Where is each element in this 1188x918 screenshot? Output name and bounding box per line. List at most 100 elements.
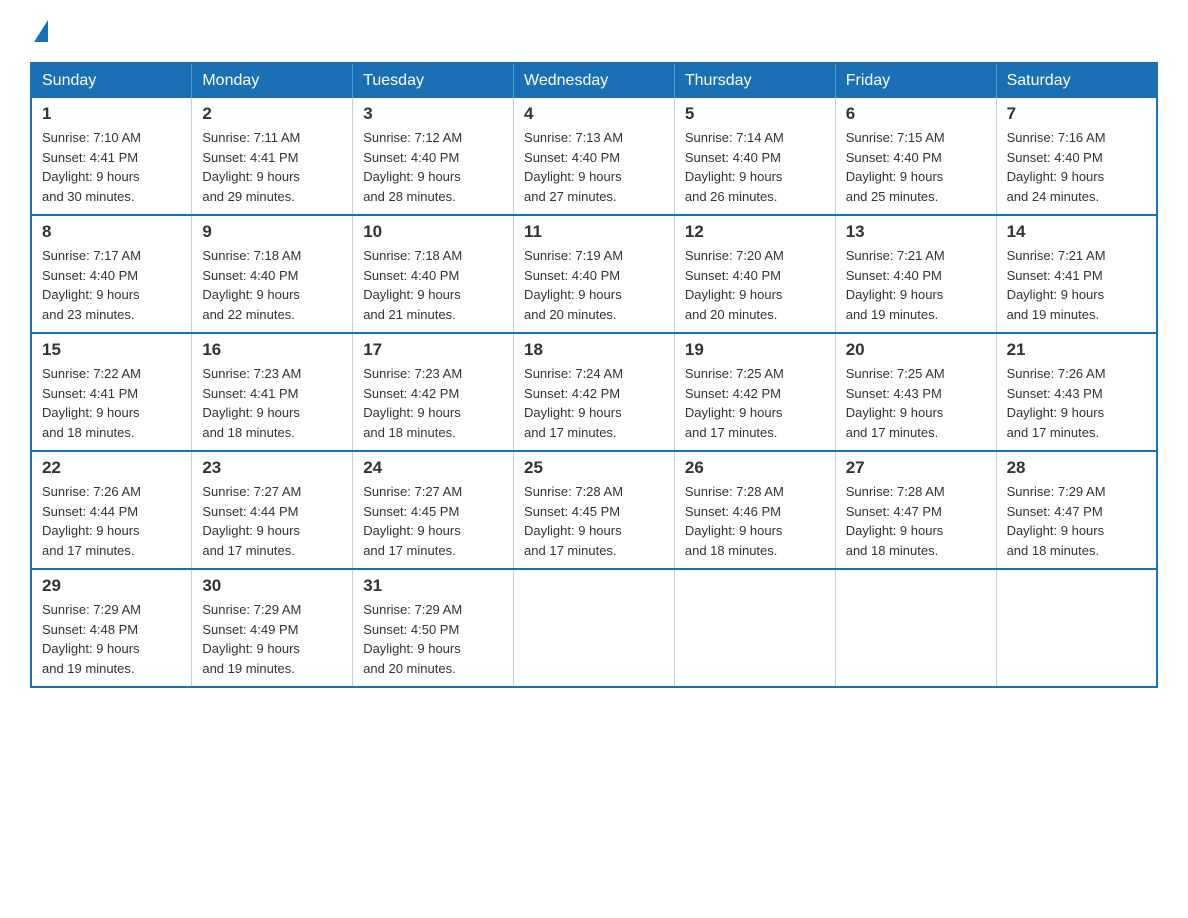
- day-number: 14: [1007, 222, 1146, 242]
- table-row: 21 Sunrise: 7:26 AM Sunset: 4:43 PM Dayl…: [996, 333, 1157, 451]
- day-info: Sunrise: 7:17 AM Sunset: 4:40 PM Dayligh…: [42, 248, 141, 322]
- table-row: 10 Sunrise: 7:18 AM Sunset: 4:40 PM Dayl…: [353, 215, 514, 333]
- table-row: 29 Sunrise: 7:29 AM Sunset: 4:48 PM Dayl…: [31, 569, 192, 687]
- day-number: 8: [42, 222, 181, 242]
- day-number: 17: [363, 340, 503, 360]
- day-number: 22: [42, 458, 181, 478]
- day-info: Sunrise: 7:11 AM Sunset: 4:41 PM Dayligh…: [202, 130, 300, 204]
- day-number: 4: [524, 104, 664, 124]
- day-info: Sunrise: 7:14 AM Sunset: 4:40 PM Dayligh…: [685, 130, 784, 204]
- day-number: 25: [524, 458, 664, 478]
- day-number: 16: [202, 340, 342, 360]
- table-row: 11 Sunrise: 7:19 AM Sunset: 4:40 PM Dayl…: [514, 215, 675, 333]
- table-row: 28 Sunrise: 7:29 AM Sunset: 4:47 PM Dayl…: [996, 451, 1157, 569]
- day-info: Sunrise: 7:26 AM Sunset: 4:44 PM Dayligh…: [42, 484, 141, 558]
- day-info: Sunrise: 7:27 AM Sunset: 4:45 PM Dayligh…: [363, 484, 462, 558]
- table-row: 30 Sunrise: 7:29 AM Sunset: 4:49 PM Dayl…: [192, 569, 353, 687]
- table-row: [996, 569, 1157, 687]
- table-row: 5 Sunrise: 7:14 AM Sunset: 4:40 PM Dayli…: [674, 98, 835, 215]
- day-number: 3: [363, 104, 503, 124]
- col-monday: Monday: [192, 63, 353, 98]
- day-number: 2: [202, 104, 342, 124]
- table-row: 9 Sunrise: 7:18 AM Sunset: 4:40 PM Dayli…: [192, 215, 353, 333]
- day-number: 6: [846, 104, 986, 124]
- calendar-table: Sunday Monday Tuesday Wednesday Thursday…: [30, 62, 1158, 688]
- table-row: 6 Sunrise: 7:15 AM Sunset: 4:40 PM Dayli…: [835, 98, 996, 215]
- table-row: 2 Sunrise: 7:11 AM Sunset: 4:41 PM Dayli…: [192, 98, 353, 215]
- col-tuesday: Tuesday: [353, 63, 514, 98]
- day-number: 18: [524, 340, 664, 360]
- day-number: 19: [685, 340, 825, 360]
- day-info: Sunrise: 7:20 AM Sunset: 4:40 PM Dayligh…: [685, 248, 784, 322]
- day-number: 5: [685, 104, 825, 124]
- calendar-week-row: 29 Sunrise: 7:29 AM Sunset: 4:48 PM Dayl…: [31, 569, 1157, 687]
- table-row: 17 Sunrise: 7:23 AM Sunset: 4:42 PM Dayl…: [353, 333, 514, 451]
- table-row: 27 Sunrise: 7:28 AM Sunset: 4:47 PM Dayl…: [835, 451, 996, 569]
- day-info: Sunrise: 7:28 AM Sunset: 4:47 PM Dayligh…: [846, 484, 945, 558]
- table-row: 25 Sunrise: 7:28 AM Sunset: 4:45 PM Dayl…: [514, 451, 675, 569]
- table-row: 3 Sunrise: 7:12 AM Sunset: 4:40 PM Dayli…: [353, 98, 514, 215]
- table-row: [835, 569, 996, 687]
- table-row: 20 Sunrise: 7:25 AM Sunset: 4:43 PM Dayl…: [835, 333, 996, 451]
- day-info: Sunrise: 7:29 AM Sunset: 4:48 PM Dayligh…: [42, 602, 141, 676]
- day-info: Sunrise: 7:21 AM Sunset: 4:41 PM Dayligh…: [1007, 248, 1106, 322]
- day-number: 20: [846, 340, 986, 360]
- day-number: 1: [42, 104, 181, 124]
- day-info: Sunrise: 7:27 AM Sunset: 4:44 PM Dayligh…: [202, 484, 301, 558]
- day-number: 10: [363, 222, 503, 242]
- day-number: 12: [685, 222, 825, 242]
- table-row: 14 Sunrise: 7:21 AM Sunset: 4:41 PM Dayl…: [996, 215, 1157, 333]
- day-info: Sunrise: 7:21 AM Sunset: 4:40 PM Dayligh…: [846, 248, 945, 322]
- day-number: 9: [202, 222, 342, 242]
- table-row: 22 Sunrise: 7:26 AM Sunset: 4:44 PM Dayl…: [31, 451, 192, 569]
- day-info: Sunrise: 7:28 AM Sunset: 4:46 PM Dayligh…: [685, 484, 784, 558]
- day-info: Sunrise: 7:29 AM Sunset: 4:50 PM Dayligh…: [363, 602, 462, 676]
- calendar-header-row: Sunday Monday Tuesday Wednesday Thursday…: [31, 63, 1157, 98]
- day-info: Sunrise: 7:18 AM Sunset: 4:40 PM Dayligh…: [202, 248, 301, 322]
- day-info: Sunrise: 7:29 AM Sunset: 4:49 PM Dayligh…: [202, 602, 301, 676]
- table-row: 4 Sunrise: 7:13 AM Sunset: 4:40 PM Dayli…: [514, 98, 675, 215]
- table-row: 13 Sunrise: 7:21 AM Sunset: 4:40 PM Dayl…: [835, 215, 996, 333]
- logo-general-text: [30, 20, 48, 42]
- day-number: 24: [363, 458, 503, 478]
- table-row: [514, 569, 675, 687]
- page-header: [30, 20, 1158, 42]
- col-wednesday: Wednesday: [514, 63, 675, 98]
- day-number: 13: [846, 222, 986, 242]
- day-info: Sunrise: 7:16 AM Sunset: 4:40 PM Dayligh…: [1007, 130, 1106, 204]
- calendar-week-row: 8 Sunrise: 7:17 AM Sunset: 4:40 PM Dayli…: [31, 215, 1157, 333]
- day-info: Sunrise: 7:10 AM Sunset: 4:41 PM Dayligh…: [42, 130, 141, 204]
- day-number: 23: [202, 458, 342, 478]
- day-number: 29: [42, 576, 181, 596]
- day-info: Sunrise: 7:26 AM Sunset: 4:43 PM Dayligh…: [1007, 366, 1106, 440]
- table-row: 15 Sunrise: 7:22 AM Sunset: 4:41 PM Dayl…: [31, 333, 192, 451]
- logo: [30, 20, 48, 42]
- day-info: Sunrise: 7:12 AM Sunset: 4:40 PM Dayligh…: [363, 130, 462, 204]
- table-row: 1 Sunrise: 7:10 AM Sunset: 4:41 PM Dayli…: [31, 98, 192, 215]
- col-thursday: Thursday: [674, 63, 835, 98]
- table-row: 26 Sunrise: 7:28 AM Sunset: 4:46 PM Dayl…: [674, 451, 835, 569]
- day-info: Sunrise: 7:23 AM Sunset: 4:41 PM Dayligh…: [202, 366, 301, 440]
- day-info: Sunrise: 7:13 AM Sunset: 4:40 PM Dayligh…: [524, 130, 623, 204]
- day-info: Sunrise: 7:22 AM Sunset: 4:41 PM Dayligh…: [42, 366, 141, 440]
- day-info: Sunrise: 7:24 AM Sunset: 4:42 PM Dayligh…: [524, 366, 623, 440]
- table-row: 18 Sunrise: 7:24 AM Sunset: 4:42 PM Dayl…: [514, 333, 675, 451]
- table-row: 31 Sunrise: 7:29 AM Sunset: 4:50 PM Dayl…: [353, 569, 514, 687]
- day-info: Sunrise: 7:29 AM Sunset: 4:47 PM Dayligh…: [1007, 484, 1106, 558]
- table-row: 12 Sunrise: 7:20 AM Sunset: 4:40 PM Dayl…: [674, 215, 835, 333]
- calendar-week-row: 1 Sunrise: 7:10 AM Sunset: 4:41 PM Dayli…: [31, 98, 1157, 215]
- day-number: 30: [202, 576, 342, 596]
- table-row: 23 Sunrise: 7:27 AM Sunset: 4:44 PM Dayl…: [192, 451, 353, 569]
- col-saturday: Saturday: [996, 63, 1157, 98]
- day-number: 28: [1007, 458, 1146, 478]
- table-row: 19 Sunrise: 7:25 AM Sunset: 4:42 PM Dayl…: [674, 333, 835, 451]
- day-number: 21: [1007, 340, 1146, 360]
- day-number: 27: [846, 458, 986, 478]
- logo-triangle-icon: [34, 20, 48, 42]
- day-number: 26: [685, 458, 825, 478]
- day-number: 7: [1007, 104, 1146, 124]
- table-row: 7 Sunrise: 7:16 AM Sunset: 4:40 PM Dayli…: [996, 98, 1157, 215]
- calendar-week-row: 22 Sunrise: 7:26 AM Sunset: 4:44 PM Dayl…: [31, 451, 1157, 569]
- day-info: Sunrise: 7:25 AM Sunset: 4:42 PM Dayligh…: [685, 366, 784, 440]
- table-row: 16 Sunrise: 7:23 AM Sunset: 4:41 PM Dayl…: [192, 333, 353, 451]
